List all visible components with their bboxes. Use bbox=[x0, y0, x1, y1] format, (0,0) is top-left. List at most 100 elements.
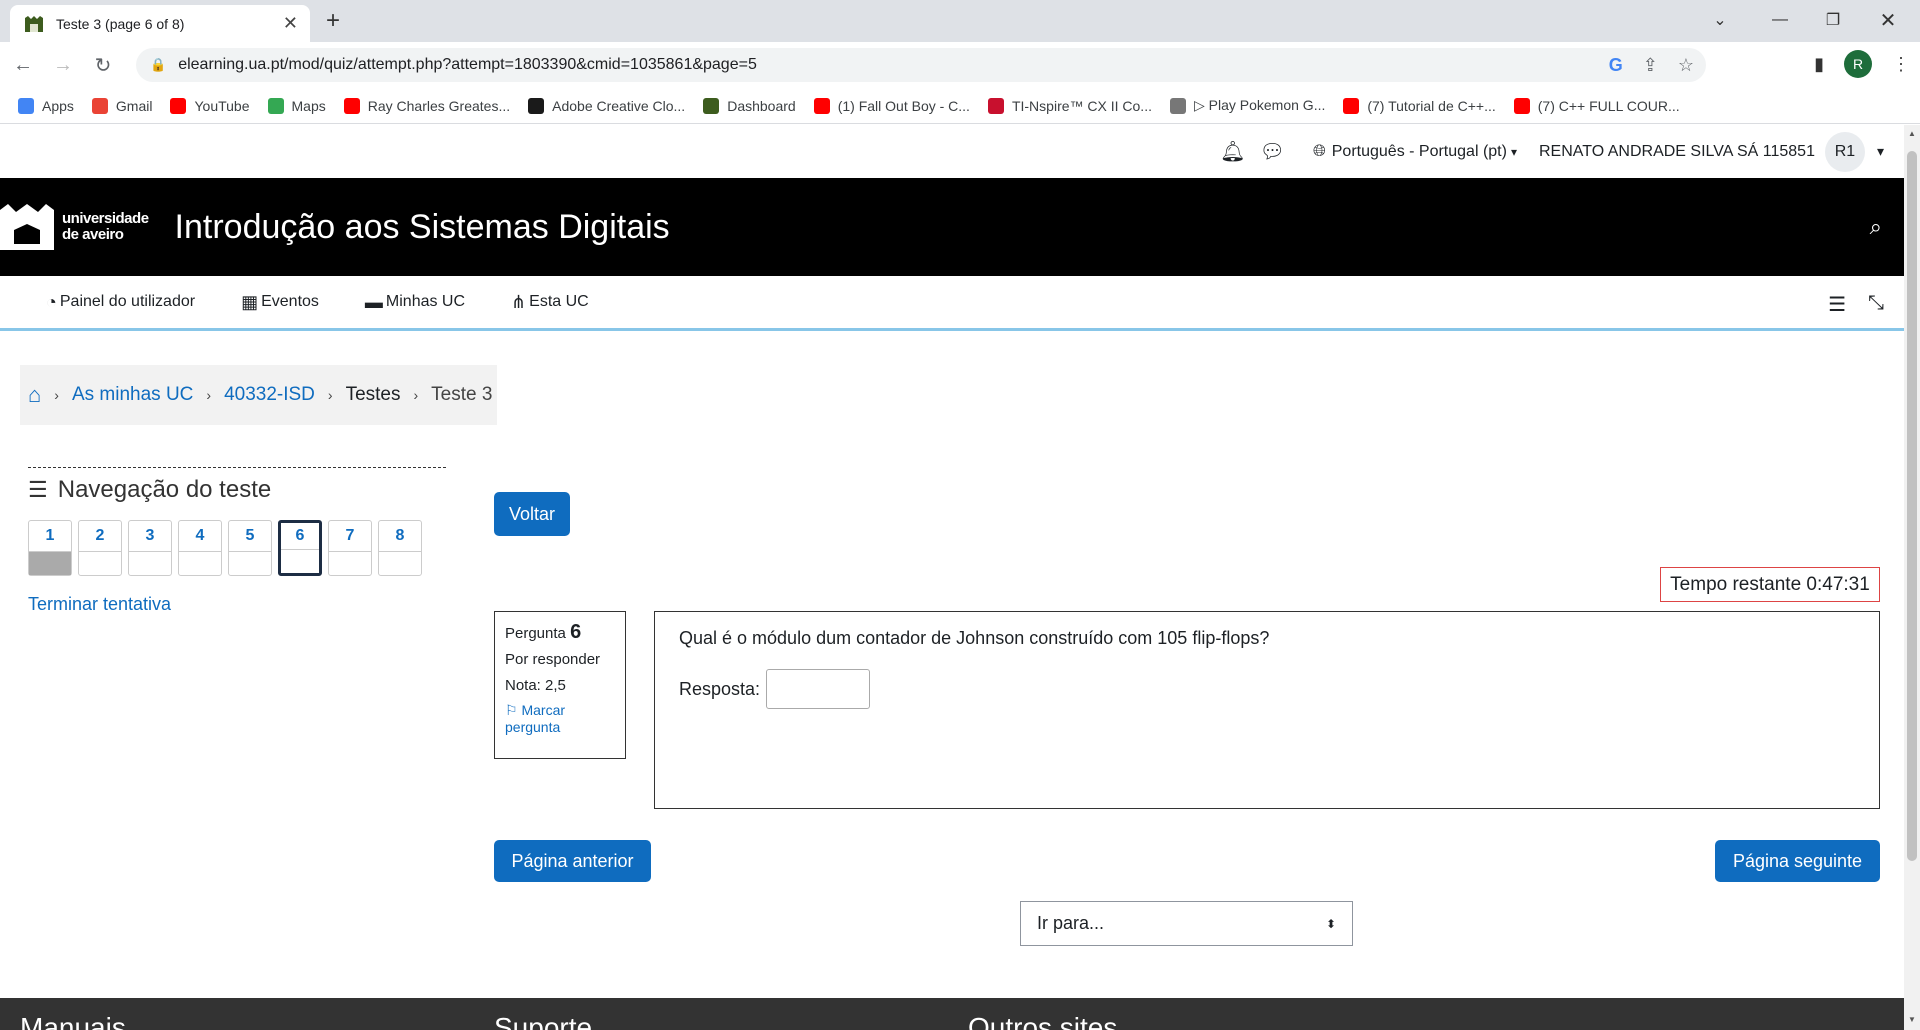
question-nav-number: 8 bbox=[395, 527, 405, 544]
web-page: 🔔︎ 💬︎ 🌐︎ Português - Portugal (pt) ▾ REN… bbox=[0, 125, 1904, 1030]
course-banner: universidade de aveiro Introdução aos Si… bbox=[0, 178, 1904, 276]
bookmark-label: Apps bbox=[42, 97, 74, 114]
breadcrumb-tests[interactable]: Testes bbox=[346, 384, 401, 406]
bookmark-item[interactable]: Gmail bbox=[91, 97, 153, 114]
ua-logo-mark-icon bbox=[0, 204, 54, 250]
browser-tab[interactable]: Teste 3 (page 6 of 8) ✕ bbox=[10, 5, 310, 42]
profile-avatar[interactable]: R bbox=[1844, 50, 1872, 78]
bookmark-item[interactable]: (1) Fall Out Boy - C... bbox=[813, 97, 970, 114]
question-nav-button[interactable]: 6 bbox=[278, 520, 322, 576]
jump-to-label: Ir para... bbox=[1037, 913, 1105, 933]
question-status: Por responder bbox=[505, 651, 601, 668]
back-button[interactable]: Voltar bbox=[494, 492, 570, 536]
nav-item-events[interactable]: ▦ Eventos bbox=[241, 292, 319, 313]
scrollbar-thumb[interactable] bbox=[1907, 151, 1917, 861]
page-scrollbar[interactable]: ▲ ▼ bbox=[1904, 125, 1920, 1030]
bookmark-label: (7) Tutorial de C++... bbox=[1367, 97, 1496, 114]
question-nav-button[interactable]: 3 bbox=[128, 520, 172, 576]
chrome-menu-icon[interactable]: ⋮ bbox=[1892, 54, 1910, 75]
minimize-button[interactable]: — bbox=[1752, 0, 1808, 40]
scroll-down-icon[interactable]: ▼ bbox=[1908, 1015, 1916, 1024]
address-bar[interactable]: 🔒 elearning.ua.pt/mod/quiz/attempt.php?a… bbox=[136, 48, 1706, 82]
bookmark-item[interactable]: Dashboard bbox=[703, 97, 796, 114]
bookmark-item[interactable]: Apps bbox=[18, 97, 74, 114]
calendar-icon: ▦ bbox=[241, 291, 259, 312]
nav-item-this-course[interactable]: ⋔ Esta UC bbox=[511, 292, 589, 313]
question-nav-button[interactable]: 1 bbox=[28, 520, 72, 576]
adobe-icon bbox=[528, 97, 545, 114]
new-tab-button[interactable]: + bbox=[326, 9, 340, 33]
nav-item-my-courses[interactable]: ▬ Minhas UC bbox=[365, 292, 465, 313]
bookmark-label: (1) Fall Out Boy - C... bbox=[837, 97, 970, 114]
bookmark-item[interactable]: Adobe Creative Clo... bbox=[528, 97, 685, 114]
drawer-toggle-icon[interactable]: ☰ bbox=[1828, 292, 1846, 317]
restore-button[interactable]: ❐ bbox=[1805, 0, 1861, 40]
bookmark-item[interactable]: Ray Charles Greates... bbox=[343, 97, 510, 114]
user-menu-chevron-icon[interactable]: ▾ bbox=[1877, 143, 1884, 160]
youtube-icon bbox=[1343, 97, 1360, 114]
reload-icon[interactable]: ↻ bbox=[86, 48, 120, 82]
forward-arrow-icon[interactable]: → bbox=[46, 48, 80, 82]
question-nav-button[interactable]: 5 bbox=[228, 520, 272, 576]
question-nav-button[interactable]: 7 bbox=[328, 520, 372, 576]
question-nav-number: 5 bbox=[245, 527, 255, 544]
language-menu[interactable]: 🌐︎ Português - Portugal (pt) ▾ bbox=[1313, 143, 1517, 161]
ua-icon bbox=[703, 97, 720, 114]
previous-page-button[interactable]: Página anterior bbox=[494, 840, 651, 882]
close-tab-icon[interactable]: ✕ bbox=[283, 13, 298, 34]
gmail-icon bbox=[91, 97, 108, 114]
question-nav-button[interactable]: 2 bbox=[78, 520, 122, 576]
next-page-button[interactable]: Página seguinte bbox=[1715, 840, 1880, 882]
jump-to-select[interactable]: Ir para... ⬍ bbox=[1020, 901, 1353, 946]
browser-tab-bar: Teste 3 (page 6 of 8) ✕ + ⌄ — ❐ ✕ bbox=[0, 0, 1920, 42]
answer-input[interactable] bbox=[766, 669, 871, 709]
question-state-indicator bbox=[229, 551, 271, 575]
bookmark-star-icon[interactable]: ☆ bbox=[1678, 55, 1694, 76]
google-lens-icon[interactable]: G bbox=[1609, 55, 1623, 76]
bookmark-label: Dashboard bbox=[727, 97, 796, 114]
globe-icon: 🌐︎ bbox=[1312, 142, 1326, 160]
question-nav-button[interactable]: 4 bbox=[178, 520, 222, 576]
breadcrumb-course[interactable]: 40332-ISD bbox=[224, 384, 315, 406]
question-state-indicator bbox=[29, 551, 71, 575]
question-nav-number: 1 bbox=[45, 527, 55, 544]
scroll-up-icon[interactable]: ▲ bbox=[1908, 129, 1916, 138]
question-state-indicator bbox=[329, 551, 371, 575]
chevron-right-icon: › bbox=[54, 387, 59, 403]
tab-search-icon[interactable]: ⌄ bbox=[1692, 0, 1748, 40]
user-avatar[interactable]: R1 bbox=[1824, 131, 1865, 172]
flag-icon: ⚐ bbox=[505, 702, 518, 718]
quiz-nav-heading: Navegação do teste bbox=[57, 476, 272, 503]
back-arrow-icon[interactable]: ← bbox=[6, 48, 40, 82]
user-bar: 🔔︎ 💬︎ 🌐︎ Português - Portugal (pt) ▾ REN… bbox=[0, 125, 1904, 178]
breadcrumb-my-courses[interactable]: As minhas UC bbox=[72, 384, 193, 406]
question-nav-button[interactable]: 8 bbox=[378, 520, 422, 576]
briefcase-icon: ▬ bbox=[364, 291, 383, 312]
bookmark-item[interactable]: (7) C++ FULL COUR... bbox=[1513, 97, 1680, 114]
bell-icon[interactable]: 🔔︎ bbox=[1220, 139, 1245, 164]
bookmark-label: TI-Nspire™ CX II Co... bbox=[1011, 97, 1152, 114]
nav-label: Esta UC bbox=[529, 293, 589, 310]
question-info: Pergunta 6 Por responder Nota: 2,5 ⚐ Mar… bbox=[494, 611, 626, 759]
question-state-indicator bbox=[379, 551, 421, 575]
nav-item-dashboard[interactable]: ◔ Painel do utilizador bbox=[46, 292, 195, 313]
user-name[interactable]: RENATO ANDRADE SILVA SÁ 115851 bbox=[1539, 143, 1815, 161]
bookmark-item[interactable]: (7) Tutorial de C++... bbox=[1343, 97, 1496, 114]
chevron-right-icon: › bbox=[327, 387, 333, 403]
collapse-fullscreen-icon[interactable]: ⤡ bbox=[1868, 292, 1884, 317]
bookmark-label: Gmail bbox=[115, 97, 153, 114]
bookmark-item[interactable]: YouTube bbox=[170, 97, 250, 114]
menu-bars-icon: ☰ bbox=[28, 477, 48, 502]
close-window-button[interactable]: ✕ bbox=[1860, 0, 1916, 40]
ua-logo[interactable]: universidade de aveiro bbox=[0, 200, 149, 254]
home-icon[interactable]: ⌂ bbox=[28, 382, 41, 408]
side-panel-icon[interactable]: ▮ bbox=[1814, 54, 1824, 75]
messages-icon[interactable]: 💬︎ bbox=[1260, 139, 1285, 164]
share-icon[interactable]: ⇪ bbox=[1643, 55, 1658, 76]
finish-attempt-link[interactable]: Terminar tentativa bbox=[28, 594, 446, 615]
search-icon[interactable]: ⌕ bbox=[1870, 214, 1882, 240]
bookmark-item[interactable]: Maps bbox=[267, 97, 326, 114]
bookmark-item[interactable]: TI-Nspire™ CX II Co... bbox=[987, 97, 1152, 114]
bookmark-item[interactable]: ▷ Play Pokemon G... bbox=[1169, 97, 1325, 114]
flag-question-link[interactable]: ⚐ Marcar pergunta bbox=[505, 702, 615, 736]
